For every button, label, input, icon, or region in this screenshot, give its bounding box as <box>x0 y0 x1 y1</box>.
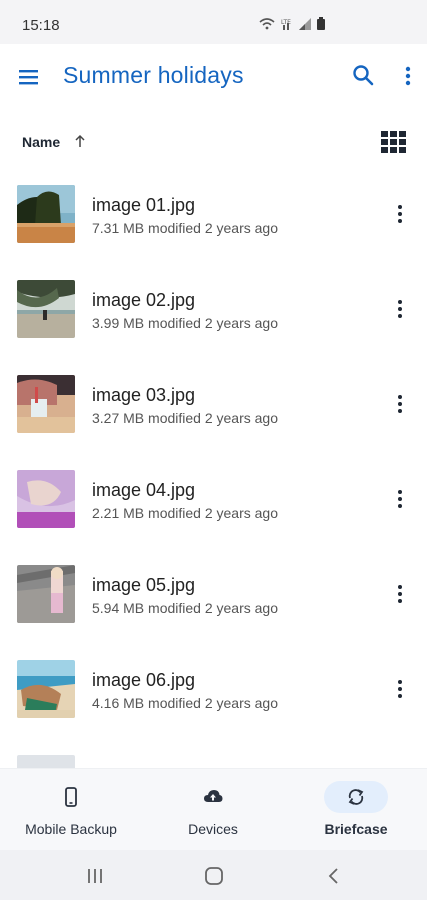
more-vertical-icon <box>398 680 402 698</box>
more-vertical-icon <box>398 300 402 318</box>
file-name: image 03.jpg <box>92 385 196 405</box>
file-list-item[interactable]: image 04.jpg 2.21 MB modified 2 years ag… <box>0 455 427 550</box>
hamburger-menu-icon <box>19 70 38 85</box>
cloud-upload-icon <box>204 790 223 802</box>
page-title: Summer holidays <box>63 62 244 88</box>
grid-view-button[interactable] <box>380 130 408 154</box>
sort-row: Name <box>0 112 427 170</box>
file-meta: 4.16 MB modified 2 years ago <box>92 695 278 711</box>
more-vertical-icon <box>405 66 411 86</box>
menu-button[interactable] <box>16 64 44 92</box>
file-options-button[interactable] <box>390 487 410 511</box>
lte-icon: LTE <box>281 19 291 30</box>
file-list-item[interactable]: image 06.jpg 4.16 MB modified 2 years ag… <box>0 645 427 740</box>
image-thumbnail <box>17 755 75 768</box>
image-thumbnail <box>17 280 75 338</box>
file-options-button[interactable] <box>390 392 410 416</box>
image-thumbnail <box>17 565 75 623</box>
phone-icon <box>65 787 77 807</box>
file-list-item[interactable] <box>0 740 427 768</box>
file-name: image 01.jpg <box>92 195 196 215</box>
file-meta: 2.21 MB modified 2 years ago <box>92 505 278 521</box>
grid-view-icon <box>381 131 406 153</box>
file-name: image 05.jpg <box>92 575 196 595</box>
status-bar: 15:18 LTE <box>0 0 427 44</box>
more-vertical-icon <box>398 585 402 603</box>
file-list: image 01.jpg 7.31 MB modified 2 years ag… <box>0 170 427 768</box>
battery-icon <box>317 17 325 30</box>
image-thumbnail <box>17 375 75 433</box>
file-list-item[interactable]: image 03.jpg 3.27 MB modified 2 years ag… <box>0 360 427 455</box>
file-options-button[interactable] <box>390 582 410 606</box>
sort-label[interactable]: Name <box>22 134 60 150</box>
back-button[interactable] <box>322 864 346 888</box>
file-options-button[interactable] <box>390 677 410 701</box>
back-icon <box>328 868 338 884</box>
file-list-item[interactable]: image 02.jpg 3.99 MB modified 2 years ag… <box>0 265 427 360</box>
file-meta: 3.99 MB modified 2 years ago <box>92 315 278 331</box>
search-button[interactable] <box>350 62 378 90</box>
file-name: image 06.jpg <box>92 670 196 690</box>
nav-item-devices[interactable]: Devices <box>142 769 284 851</box>
status-time: 15:18 <box>22 17 60 34</box>
file-meta: 5.94 MB modified 2 years ago <box>92 600 278 616</box>
status-icons: LTE <box>259 17 325 30</box>
app-bar: Summer holidays <box>0 44 427 112</box>
recent-apps-icon <box>88 869 102 883</box>
image-thumbnail <box>17 660 75 718</box>
nav-item-briefcase[interactable]: Briefcase <box>285 769 427 851</box>
image-thumbnail <box>17 470 75 528</box>
file-list-item[interactable]: image 05.jpg 5.94 MB modified 2 years ag… <box>0 550 427 645</box>
nav-label: Devices <box>188 821 238 837</box>
sort-direction-button[interactable] <box>72 132 88 150</box>
file-name: image 02.jpg <box>92 290 196 310</box>
file-options-button[interactable] <box>390 297 410 321</box>
wifi-icon <box>259 17 275 29</box>
nav-label: Mobile Backup <box>25 821 117 837</box>
arrow-up-icon <box>75 134 85 147</box>
bottom-navigation: Mobile Backup Devices Briefcase <box>0 768 427 850</box>
nav-icon-container <box>181 781 245 813</box>
system-navigation-bar <box>0 850 427 900</box>
more-vertical-icon <box>398 205 402 223</box>
overflow-menu-button[interactable] <box>396 62 420 90</box>
file-options-button[interactable] <box>390 202 410 226</box>
nav-icon-container <box>324 781 388 813</box>
file-name: image 04.jpg <box>92 480 196 500</box>
recent-apps-button[interactable] <box>83 864 107 888</box>
nav-item-mobile-backup[interactable]: Mobile Backup <box>0 769 142 851</box>
nav-icon-container <box>39 781 103 813</box>
file-meta: 3.27 MB modified 2 years ago <box>92 410 278 426</box>
home-icon <box>205 867 223 885</box>
file-list-item[interactable]: image 01.jpg 7.31 MB modified 2 years ag… <box>0 170 427 265</box>
nav-label: Briefcase <box>324 821 388 837</box>
search-icon <box>353 65 374 86</box>
image-thumbnail <box>17 185 75 243</box>
more-vertical-icon <box>398 490 402 508</box>
file-meta: 7.31 MB modified 2 years ago <box>92 220 278 236</box>
signal-icon <box>299 17 311 30</box>
home-button[interactable] <box>202 864 226 888</box>
svg-text:LTE: LTE <box>281 19 291 26</box>
sync-icon <box>348 789 364 805</box>
more-vertical-icon <box>398 395 402 413</box>
